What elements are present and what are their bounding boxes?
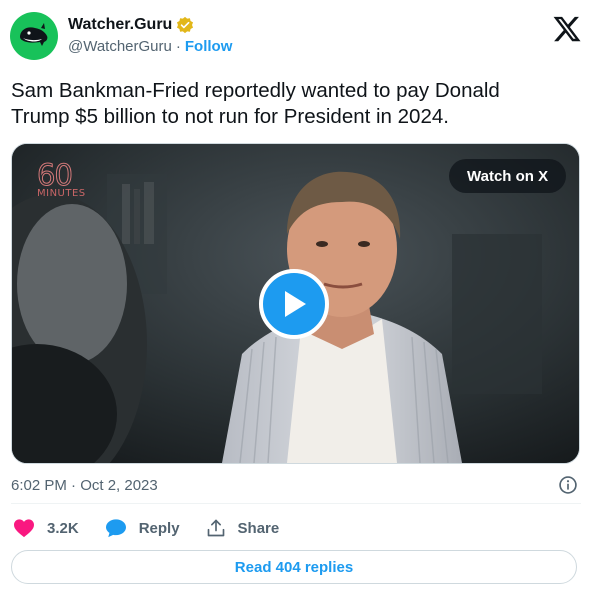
tweet-text: Sam Bankman-Fried reportedly wanted to p… (11, 79, 500, 128)
tweet-embed-card: Watcher.Guru @WatcherGuru · Follow Sam Ban… (0, 0, 592, 596)
share-icon (207, 519, 224, 537)
watermark-number: 60 (37, 158, 74, 192)
reply-bubble-icon (105, 519, 126, 538)
read-replies-button[interactable]: Read 404 replies (11, 550, 577, 584)
reply-label: Reply (138, 519, 180, 537)
follow-link[interactable]: Follow (185, 38, 233, 55)
info-icon[interactable] (558, 475, 578, 495)
watch-on-x-button[interactable]: Watch on X (449, 159, 567, 193)
watermark-text: MINUTES (37, 188, 86, 199)
share-button[interactable]: Share (206, 518, 280, 538)
verified-badge-icon (177, 16, 194, 34)
video-player[interactable]: 60 MINUTES Watch on X (11, 143, 580, 464)
share-label: Share (237, 519, 280, 537)
action-bar: 3.2K Reply Share (13, 515, 305, 541)
x-logo-icon[interactable] (552, 14, 582, 44)
tweet-header: Watcher.Guru @WatcherGuru · Follow (10, 12, 582, 66)
heart-icon (14, 519, 34, 538)
whale-logo-icon (20, 23, 48, 46)
like-count: 3.2K (47, 519, 79, 537)
separator-dot: · (175, 38, 181, 55)
display-name[interactable]: Watcher.Guru (68, 15, 172, 35)
play-button[interactable] (259, 269, 329, 339)
handle[interactable]: @WatcherGuru (68, 38, 172, 55)
timestamp-row: 6:02 PM · Oct 2, 2023 (11, 474, 578, 496)
identity-block: Watcher.Guru @WatcherGuru · Follow (68, 15, 232, 57)
play-icon (285, 291, 306, 317)
sixty-minutes-watermark: 60 MINUTES (37, 158, 86, 199)
reply-button[interactable]: Reply (105, 518, 180, 538)
timestamp[interactable]: 6:02 PM · Oct 2, 2023 (11, 477, 158, 494)
avatar[interactable] (10, 12, 58, 60)
name-row: Watcher.Guru (68, 15, 232, 35)
like-button[interactable]: 3.2K (13, 518, 79, 538)
divider (11, 503, 581, 504)
handle-row: @WatcherGuru · Follow (68, 37, 232, 57)
